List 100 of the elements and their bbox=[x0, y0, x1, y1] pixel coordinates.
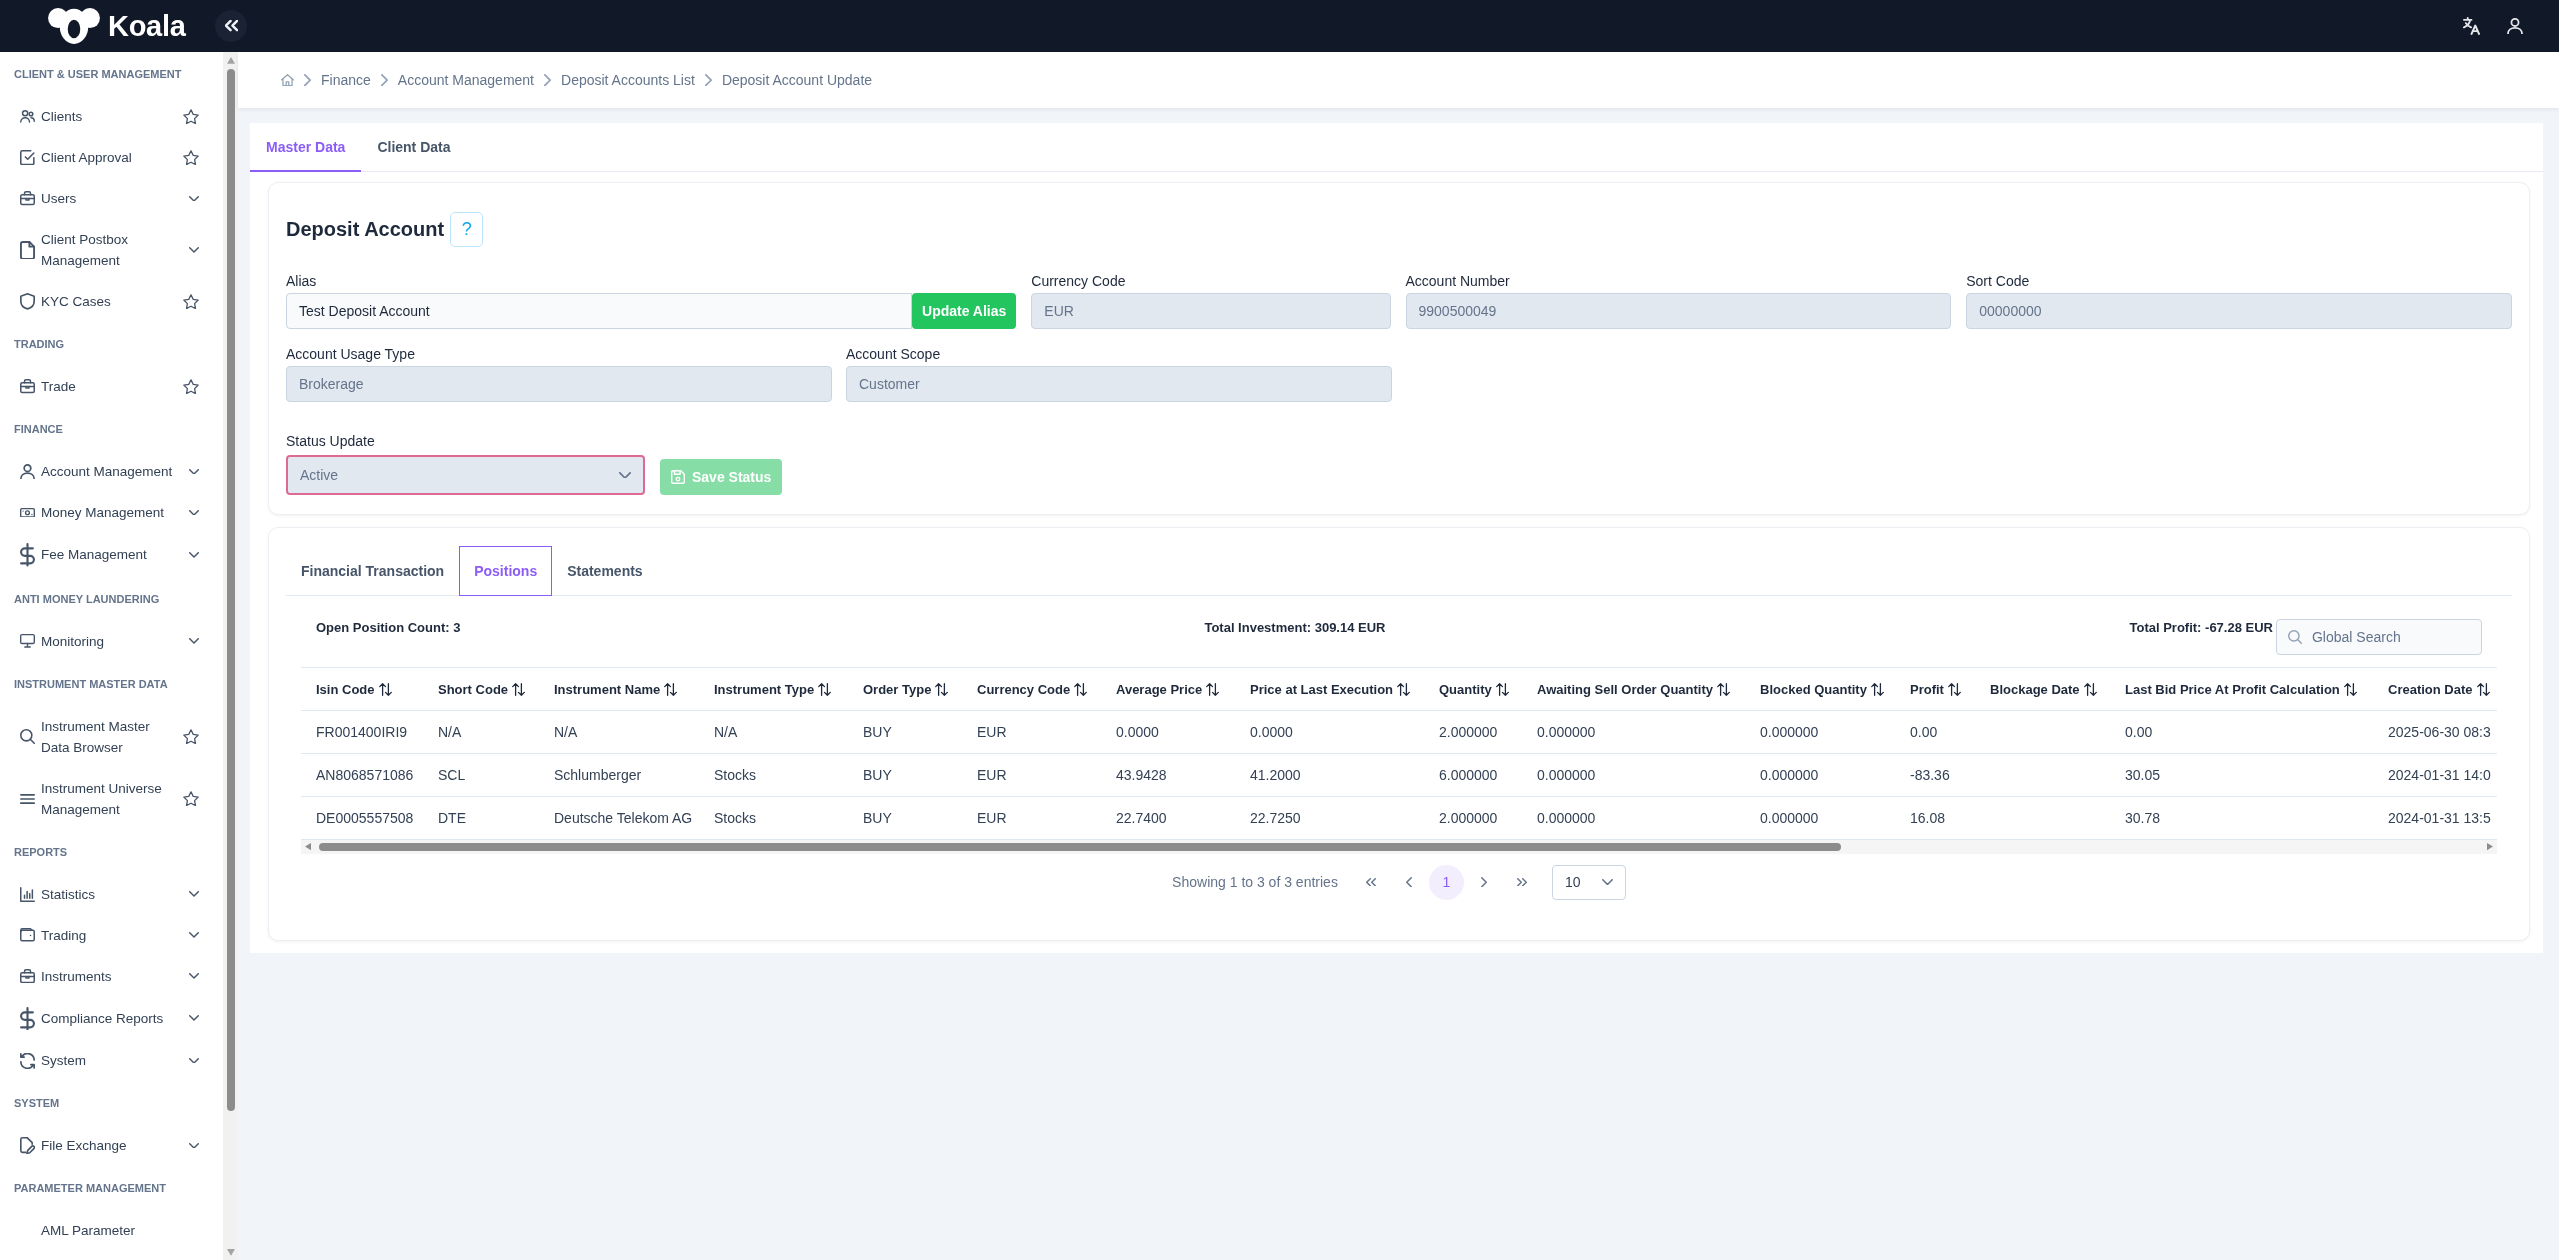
column-header[interactable]: Blockage Date bbox=[1975, 667, 2110, 711]
double-chevron-left-icon bbox=[1365, 877, 1376, 887]
chevron-down-icon[interactable] bbox=[189, 468, 199, 475]
column-header[interactable]: Short Code bbox=[423, 667, 539, 711]
sidebar-item[interactable]: Clients bbox=[20, 106, 177, 127]
chevron-down-icon[interactable] bbox=[189, 932, 199, 938]
sidebar-item[interactable]: Client Postbox Management bbox=[20, 229, 177, 271]
table-cell: N/A bbox=[699, 710, 848, 754]
bar-chart-icon bbox=[20, 886, 35, 902]
column-header[interactable]: Creation Date bbox=[2373, 667, 2497, 711]
breadcrumb-link[interactable]: Deposit Accounts List bbox=[561, 72, 695, 88]
table-cell: AN8068571086 bbox=[301, 753, 423, 797]
star-icon[interactable] bbox=[183, 149, 199, 166]
table-cell: 0.000000 bbox=[1745, 710, 1895, 754]
sidebar-item[interactable]: AML Parameter bbox=[20, 1220, 177, 1242]
sidebar-item[interactable]: Compliance Reports bbox=[20, 1006, 177, 1031]
search-field[interactable]: Global Search bbox=[2276, 619, 2482, 655]
breadcrumb-link[interactable]: Finance bbox=[321, 72, 371, 88]
chevron-down-icon[interactable] bbox=[189, 638, 199, 644]
sidebar-item[interactable]: Users bbox=[20, 188, 177, 209]
column-header[interactable]: Last Bid Price At Profit Calculation bbox=[2110, 667, 2373, 711]
tab[interactable]: Client Data bbox=[361, 123, 467, 172]
koala-head-icon bbox=[48, 8, 100, 44]
sidebar-item[interactable]: Statistics bbox=[20, 883, 177, 905]
search-icon bbox=[20, 729, 35, 745]
tab[interactable]: Statements bbox=[552, 546, 658, 596]
table-cell: DTE bbox=[423, 796, 539, 840]
table-cell: 30.78 bbox=[2110, 796, 2373, 840]
column-header[interactable]: Instrument Type bbox=[699, 667, 848, 711]
collapse-sidebar-button[interactable] bbox=[215, 10, 248, 42]
table-cell: 0.000000 bbox=[1745, 796, 1895, 840]
menu-icon bbox=[20, 793, 35, 804]
table-cell: EUR bbox=[962, 796, 1101, 840]
table-cell: 16.08 bbox=[1895, 796, 1975, 840]
chevron-down-icon[interactable] bbox=[189, 1057, 199, 1064]
column-header[interactable]: Blocked Quantity bbox=[1745, 667, 1895, 711]
star-icon[interactable] bbox=[183, 728, 199, 745]
sidebar-item[interactable]: Account Management bbox=[20, 461, 177, 482]
sidebar-section-title: FINANCE bbox=[14, 423, 63, 435]
chevron-down-icon[interactable] bbox=[189, 973, 199, 979]
table-cell: 0.00 bbox=[2110, 710, 2373, 754]
table-cell: 2.000000 bbox=[1424, 796, 1522, 840]
column-header[interactable]: Average Price bbox=[1101, 667, 1235, 711]
column-header[interactable]: Currency Code bbox=[962, 667, 1101, 711]
column-header[interactable]: Quantity bbox=[1424, 667, 1522, 711]
table-cell: 0.000000 bbox=[1522, 796, 1745, 840]
breadcrumb-link[interactable]: Account Management bbox=[397, 72, 534, 88]
column-header[interactable]: Order Type bbox=[848, 667, 962, 711]
sidebar-item[interactable]: Instrument Master Data Browser bbox=[20, 715, 177, 758]
chevron-down-icon[interactable] bbox=[189, 509, 199, 516]
table-cell: BUY bbox=[848, 796, 962, 840]
scroll-right-arrow-icon[interactable] bbox=[2487, 843, 2493, 851]
chevron-down-icon bbox=[1601, 878, 1613, 886]
chevron-down-icon[interactable] bbox=[189, 1015, 199, 1022]
star-icon[interactable] bbox=[183, 108, 199, 125]
chevron-down-icon[interactable] bbox=[189, 247, 199, 253]
page-button[interactable]: 1 bbox=[1428, 864, 1464, 900]
field-label: Account Scope bbox=[846, 345, 941, 363]
column-header[interactable]: Profit bbox=[1895, 667, 1975, 711]
sidebar-item[interactable]: Instrument Universe Management bbox=[20, 777, 177, 820]
column-header[interactable]: Isin Code bbox=[301, 667, 423, 711]
sidebar-item[interactable]: File Exchange bbox=[20, 1135, 177, 1157]
star-icon[interactable] bbox=[183, 790, 199, 807]
chevron-down-icon[interactable] bbox=[189, 195, 199, 202]
page-size-select[interactable]: 10 bbox=[1551, 864, 1626, 900]
column-header[interactable]: Price at Last Execution bbox=[1235, 667, 1424, 711]
tab[interactable]: Financial Transaction bbox=[286, 546, 460, 596]
scroll-left-arrow-icon[interactable] bbox=[305, 843, 311, 851]
table-cell: SCL bbox=[423, 753, 539, 797]
sidebar-item[interactable]: System bbox=[20, 1050, 177, 1072]
field-label: Account Usage Type bbox=[286, 345, 415, 363]
double-chevron-left-icon bbox=[225, 20, 238, 32]
scrollbar-thumb[interactable] bbox=[319, 843, 1841, 851]
sidebar-item[interactable]: Instruments bbox=[20, 965, 177, 987]
star-icon[interactable] bbox=[183, 293, 199, 310]
scrollbar-thumb[interactable] bbox=[226, 68, 235, 1111]
field-label: Sort Code bbox=[1966, 272, 2030, 290]
sidebar-item[interactable]: Trade bbox=[20, 376, 177, 397]
sidebar-item[interactable]: Money Management bbox=[20, 502, 177, 523]
sidebar-item[interactable]: Fee Management bbox=[20, 543, 177, 567]
chevron-right-icon bbox=[544, 73, 551, 87]
sidebar-item[interactable]: Monitoring bbox=[20, 630, 177, 652]
tab[interactable]: Positions bbox=[459, 546, 553, 596]
home-icon[interactable] bbox=[281, 73, 294, 87]
text-field[interactable]: Test Deposit Account bbox=[286, 293, 913, 329]
table-cell: 0.0000 bbox=[1101, 710, 1235, 754]
translate-icon bbox=[2462, 17, 2480, 35]
chevron-down-icon[interactable] bbox=[189, 1142, 199, 1149]
column-header[interactable]: Instrument Name bbox=[539, 667, 699, 711]
chevron-down-icon[interactable] bbox=[189, 551, 199, 558]
table-cell: Deutsche Telekom AG bbox=[539, 796, 699, 840]
tab[interactable]: Master Data bbox=[250, 123, 362, 172]
sidebar-item[interactable]: Trading bbox=[20, 924, 177, 946]
column-header[interactable]: Awaiting Sell Order Quantity bbox=[1522, 667, 1745, 711]
briefcase-icon bbox=[20, 191, 35, 206]
star-icon[interactable] bbox=[183, 378, 199, 395]
sidebar-item[interactable]: KYC Cases bbox=[20, 291, 177, 312]
sidebar-section-title: CLIENT & USER MANAGEMENT bbox=[14, 68, 182, 80]
sidebar-item[interactable]: Client Approval bbox=[20, 147, 177, 168]
chevron-down-icon[interactable] bbox=[189, 891, 199, 897]
